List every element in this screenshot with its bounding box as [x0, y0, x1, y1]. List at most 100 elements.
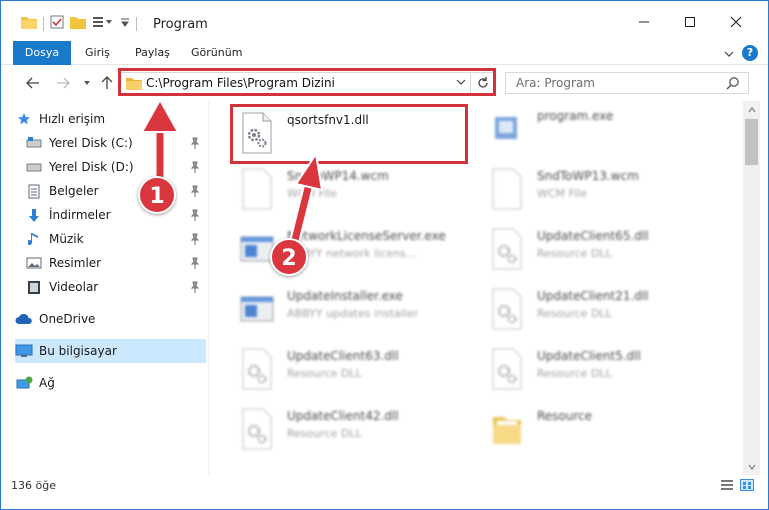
file-name: program.exe: [537, 109, 614, 123]
scroll-up-button[interactable]: [743, 101, 760, 118]
file-name: SndToWP14.wcm: [287, 169, 389, 183]
back-button[interactable]: [23, 73, 43, 93]
file-name: UpdateClient63.dll: [287, 349, 399, 363]
search-placeholder[interactable]: Ara: Program: [516, 76, 595, 90]
sidebar-item-music[interactable]: Müzik: [25, 227, 206, 251]
sidebar-item-onedrive[interactable]: OneDrive: [15, 307, 205, 331]
file-name: UpdateClient5.dll: [537, 349, 641, 363]
file-description: Resource DLL: [537, 247, 612, 260]
tab-home[interactable]: Giriş: [85, 41, 110, 65]
drive-icon: [25, 135, 43, 151]
sidebar-item-documents[interactable]: Belgeler: [25, 179, 206, 203]
file-description: Resource DLL: [537, 307, 612, 320]
forward-arrow-icon: [57, 77, 70, 89]
minimize-icon: [639, 21, 649, 23]
file-description: Resource DLL: [287, 427, 362, 440]
file-item-updateclient65-dll[interactable]: UpdateClient65.dll Resource DLL: [479, 221, 719, 277]
maximize-icon: [685, 17, 695, 27]
documents-icon: [25, 183, 43, 199]
pin-icon[interactable]: [190, 209, 200, 224]
exe-window-icon: [239, 287, 275, 331]
minimize-button[interactable]: [621, 7, 667, 37]
file-name: UpdateClient65.dll: [537, 229, 649, 243]
properties-icon[interactable]: [50, 15, 64, 32]
cloud-icon: [15, 311, 33, 327]
file-item-resource-folder[interactable]: Resource: [479, 401, 719, 457]
window-title: Program: [153, 17, 208, 32]
navigation-pane: Hızlı erişim Yerel Disk (C:) Yerel Disk …: [1, 101, 209, 475]
up-arrow-icon: [101, 76, 113, 89]
address-highlight-box: [118, 68, 496, 96]
vertical-scrollbar[interactable]: [743, 101, 760, 475]
file-description: Resource DLL: [537, 367, 612, 380]
sidebar-item-downloads[interactable]: İndirmeler: [25, 203, 206, 227]
pin-icon[interactable]: [190, 161, 200, 176]
pin-icon[interactable]: [190, 137, 200, 152]
chevron-up-icon: [748, 106, 755, 112]
customize-qat-icon[interactable]: [92, 15, 114, 32]
tab-view[interactable]: Görünüm: [191, 41, 242, 65]
expand-ribbon-icon[interactable]: [724, 47, 734, 61]
callout-badge-2: 2: [270, 238, 308, 276]
search-box[interactable]: Ara: Program: [505, 72, 749, 94]
blank-file-icon: [489, 167, 525, 211]
file-item-sndtowp14-wcm[interactable]: SndToWP14.wcm WCM File: [229, 161, 469, 217]
folder-icon: [489, 407, 525, 451]
new-folder-icon[interactable]: [70, 15, 86, 32]
maximize-button[interactable]: [667, 7, 713, 37]
file-item-sndtowp13-wcm[interactable]: SndToWP13.wcm WCM File: [479, 161, 719, 217]
dll-gear-icon: [489, 227, 525, 271]
sidebar-item-network[interactable]: Ağ: [15, 371, 205, 395]
item-count: 136 öğe: [11, 479, 56, 492]
title-bar: Program: [1, 1, 768, 41]
sidebar-item-pictures[interactable]: Resimler: [25, 251, 206, 275]
dll-gear-icon: [489, 287, 525, 331]
scroll-down-button[interactable]: [743, 458, 760, 475]
file-name: SndToWP13.wcm: [537, 169, 639, 183]
folder-icon: [21, 15, 37, 32]
close-button[interactable]: [713, 7, 759, 37]
star-icon: [15, 111, 33, 127]
file-item-updateclient5-dll[interactable]: UpdateClient5.dll Resource DLL: [479, 341, 719, 397]
file-item-updateinstaller-exe[interactable]: UpdateInstaller.exe ABBYY updates instal…: [229, 281, 469, 337]
scrollbar-thumb[interactable]: [745, 119, 758, 165]
details-view-icon[interactable]: [720, 479, 734, 494]
file-name: UpdateClient21.dll: [537, 289, 649, 303]
blank-file-icon: [239, 167, 275, 211]
search-icon[interactable]: [726, 76, 740, 93]
dll-gear-icon: [239, 407, 275, 451]
sidebar-item-local-disk-d[interactable]: Yerel Disk (D:): [25, 155, 206, 179]
help-button[interactable]: ?: [742, 45, 758, 61]
sidebar-item-this-pc[interactable]: Bu bilgisayar: [15, 339, 206, 363]
tiles-view-icon[interactable]: [740, 479, 754, 494]
ribbon-tabs: Dosya Giriş Paylaş Görünüm ?: [1, 41, 768, 97]
pin-icon[interactable]: [190, 185, 200, 200]
file-item-program-exe[interactable]: program.exe: [479, 101, 719, 157]
file-description: WCM File: [287, 187, 337, 200]
file-name: Resource: [537, 409, 593, 423]
file-description: Resource DLL: [287, 367, 362, 380]
file-highlight-box: [230, 104, 468, 164]
quick-access-toolbar: [21, 15, 137, 32]
dll-gear-icon: [489, 347, 525, 391]
pin-icon[interactable]: [190, 233, 200, 248]
file-item-updateclient21-dll[interactable]: UpdateClient21.dll Resource DLL: [479, 281, 719, 337]
file-item-updateclient63-dll[interactable]: UpdateClient63.dll Resource DLL: [229, 341, 469, 397]
sidebar-item-quick-access[interactable]: Hızlı erişim: [15, 107, 205, 131]
recent-locations-button[interactable]: [77, 73, 97, 93]
sidebar-item-videos[interactable]: Videolar: [25, 275, 206, 299]
sidebar-item-local-disk-c[interactable]: Yerel Disk (C:): [25, 131, 206, 155]
pin-icon[interactable]: [190, 257, 200, 272]
chevron-down-icon[interactable]: [120, 17, 130, 31]
status-bar: 136 öğe: [1, 475, 768, 497]
tab-share[interactable]: Paylaş: [135, 41, 170, 65]
forward-button[interactable]: [53, 73, 73, 93]
file-item-networklicenseserver-exe[interactable]: NetworkLicenseServer.exe ABBYY network l…: [229, 221, 469, 277]
close-icon: [730, 16, 742, 28]
up-button[interactable]: [97, 73, 117, 93]
pin-icon[interactable]: [190, 281, 200, 296]
view-switcher: [720, 479, 754, 494]
file-item-updateclient42-dll[interactable]: UpdateClient42.dll Resource DLL: [229, 401, 469, 457]
callout-badge-1: 1: [138, 176, 176, 214]
music-icon: [25, 231, 43, 247]
